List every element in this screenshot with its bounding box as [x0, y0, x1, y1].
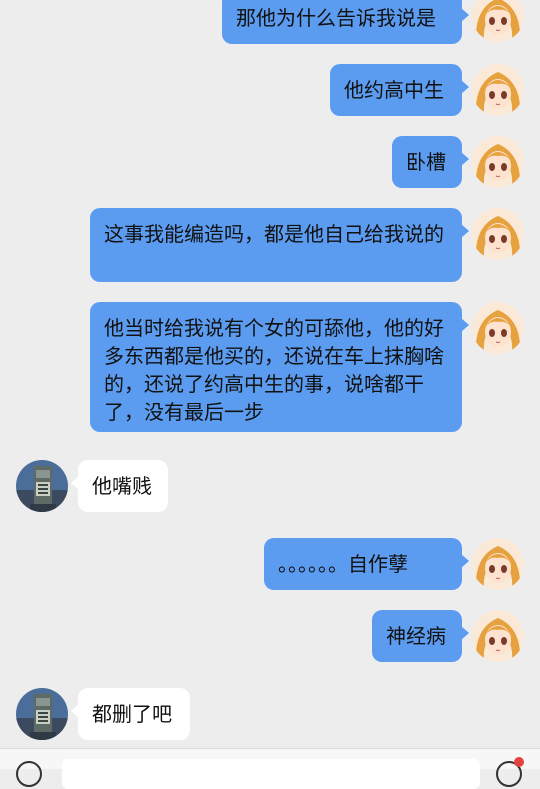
- message-bubble[interactable]: 这事我能编造吗，都是他自己给我说的: [90, 208, 469, 282]
- anime-girl-avatar[interactable]: [472, 64, 524, 116]
- anime-girl-avatar[interactable]: [472, 302, 524, 354]
- message-bubble[interactable]: 。。。。。。自作孽: [264, 538, 469, 590]
- message-bubble[interactable]: 都删了吧: [71, 688, 190, 740]
- anime-girl-avatar[interactable]: [472, 136, 524, 188]
- statue-photo-avatar[interactable]: [16, 460, 68, 512]
- anime-girl-avatar[interactable]: [472, 208, 524, 260]
- message-bubble[interactable]: 神经病: [372, 610, 469, 662]
- message-bubble[interactable]: 那他为什么告诉我说是: [222, 0, 469, 44]
- anime-girl-avatar[interactable]: [472, 0, 524, 42]
- message-bubble[interactable]: 他约高中生: [330, 64, 469, 116]
- notification-dot: [514, 757, 524, 767]
- message-bubble[interactable]: 他当时给我说有个女的可舔他，他的好多东西都是他买的，还说在车上抹胸啥的，还说了约…: [90, 302, 469, 432]
- message-bubble[interactable]: 他嘴贱: [71, 460, 168, 512]
- message-input[interactable]: [62, 759, 480, 789]
- message-bubble[interactable]: 卧槽: [392, 136, 469, 188]
- input-bar: [0, 748, 540, 789]
- statue-photo-avatar[interactable]: [16, 688, 68, 740]
- anime-girl-avatar[interactable]: [472, 610, 524, 662]
- anime-girl-avatar[interactable]: [472, 538, 524, 590]
- voice-icon[interactable]: [16, 761, 42, 787]
